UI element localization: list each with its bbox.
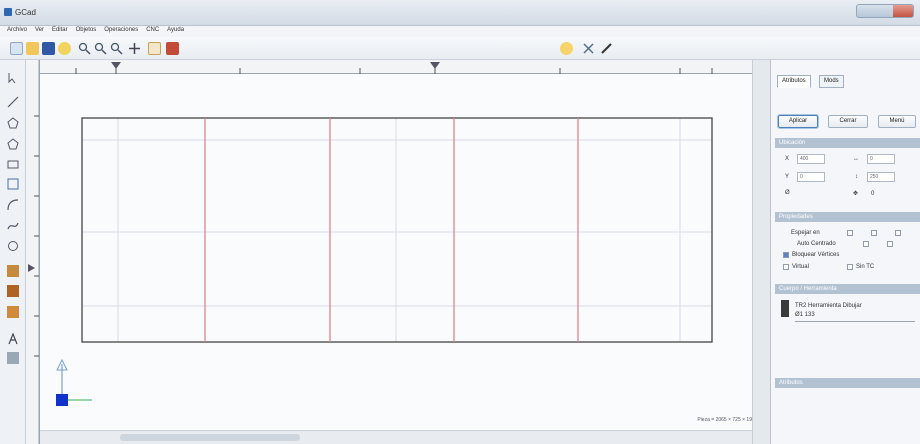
close-window-button[interactable] — [893, 5, 913, 17]
menu-archivo[interactable]: Archivo — [7, 27, 27, 33]
espejar-x-checkbox[interactable] — [847, 230, 853, 236]
scroll-thumb[interactable] — [120, 434, 300, 441]
horizontal-scrollbar[interactable] — [40, 430, 752, 444]
axis-gizmo — [56, 358, 92, 406]
properties-panel: Atributos Mods Aplicar Cerrar Menú Ubica… — [770, 60, 920, 444]
drawing-canvas[interactable]: Pieza = 2065 × 725 × 19 — [40, 74, 752, 430]
tool-name[interactable]: TR2 Herramienta Dibujar — [795, 303, 862, 309]
virtual-checkbox[interactable] — [783, 264, 789, 270]
window-controls[interactable] — [856, 4, 914, 18]
zoom-in-icon[interactable] — [78, 42, 91, 55]
espejar-xy-checkbox[interactable] — [895, 230, 901, 236]
height-icon: ↕ — [855, 174, 858, 180]
tab-mods[interactable]: Mods — [819, 75, 844, 88]
tool-bit-icon — [781, 300, 789, 317]
book-icon[interactable] — [166, 42, 179, 55]
rotate-icon: ✥ — [853, 191, 859, 197]
y-label: Y — [785, 174, 790, 180]
section-bottom: Atributos — [775, 378, 920, 388]
tool-detail: Ø1 133 — [795, 312, 815, 318]
virtual-label: Virtual — [792, 264, 809, 270]
menu-button[interactable]: Menú — [878, 115, 916, 128]
pan-icon[interactable] — [128, 42, 141, 55]
auto-y-checkbox[interactable] — [887, 241, 893, 247]
save-icon[interactable] — [42, 42, 55, 55]
auto-centrado-label: Auto Centrado — [797, 241, 836, 247]
menu-objetos[interactable]: Objetos — [76, 27, 97, 33]
sintc-checkbox[interactable] — [847, 264, 853, 270]
menu-bar: Archivo Ver Editar Objetos Operaciones C… — [0, 26, 920, 37]
panel-splitter[interactable] — [752, 60, 770, 444]
cerrar-button[interactable]: Cerrar — [828, 115, 868, 128]
rotation-value[interactable]: 0 — [871, 191, 874, 197]
espejar-label: Espejar en — [791, 230, 820, 236]
status-text: Pieza = 2065 × 725 × 19 — [697, 417, 752, 423]
arc-tool-icon[interactable] — [7, 199, 19, 211]
menu-ayuda[interactable]: Ayuda — [167, 27, 184, 33]
section-tool: Cuerpo / Herramienta — [775, 284, 920, 294]
open-folder-icon[interactable] — [26, 42, 39, 55]
texture-tool-icon[interactable] — [7, 265, 19, 277]
divider — [795, 321, 915, 322]
vertical-ruler — [26, 60, 40, 444]
espejar-y-checkbox[interactable] — [871, 230, 877, 236]
y-input[interactable]: 0 — [797, 172, 825, 182]
x-input[interactable]: 400 — [797, 154, 825, 164]
hand-tool-icon[interactable] — [148, 42, 161, 55]
wood-tool-icon[interactable] — [7, 306, 19, 318]
material-tool-icon[interactable] — [7, 285, 19, 297]
scissors-icon[interactable] — [582, 42, 595, 55]
star-icon[interactable] — [560, 42, 573, 55]
tool-palette — [0, 60, 26, 444]
refresh-icon[interactable] — [58, 42, 71, 55]
line-tool-icon[interactable] — [7, 96, 19, 108]
bloquear-label: Bloquear Vértices — [792, 252, 840, 258]
text-tool-icon[interactable] — [7, 332, 19, 345]
rectangle-tool-icon[interactable] — [7, 158, 19, 170]
layers-tool-icon[interactable] — [7, 352, 19, 364]
auto-x-checkbox[interactable] — [863, 241, 869, 247]
x-label: X — [785, 156, 790, 162]
title-bar: GCad — [0, 0, 920, 26]
polygon-tool-icon[interactable] — [7, 117, 19, 129]
zoom-fit-icon[interactable] — [110, 42, 123, 55]
height-input[interactable]: 250 — [867, 172, 895, 182]
select-arrow-icon[interactable] — [7, 72, 19, 84]
menu-ver[interactable]: Ver — [35, 27, 44, 33]
diameter-label: Ø — [785, 190, 790, 196]
width-icon: ↔ — [853, 156, 859, 162]
new-file-icon[interactable] — [10, 42, 23, 55]
section-propiedades: Propiedades — [775, 212, 920, 222]
section-ubicacion: Ubicación — [775, 138, 920, 148]
main-toolbar — [0, 37, 920, 60]
circle-tool-icon[interactable] — [7, 240, 19, 252]
width-input[interactable]: 0 — [867, 154, 895, 164]
pencil-icon[interactable] — [600, 42, 613, 55]
sintc-label: Sin TC — [856, 264, 875, 270]
curve-tool-icon[interactable] — [7, 220, 19, 232]
window-title: GCad — [15, 8, 36, 17]
tab-atributos[interactable]: Atributos — [777, 75, 811, 88]
pentagon-tool-icon[interactable] — [7, 138, 19, 150]
menu-editar[interactable]: Editar — [52, 27, 68, 33]
zoom-out-icon[interactable] — [94, 42, 107, 55]
app-icon — [4, 8, 12, 16]
menu-operaciones[interactable]: Operaciones — [104, 27, 138, 33]
horizontal-ruler — [40, 60, 752, 74]
aplicar-button[interactable]: Aplicar — [778, 115, 818, 128]
menu-cnc[interactable]: CNC — [146, 27, 159, 33]
bloquear-checkbox[interactable] — [783, 252, 789, 258]
transform-tool-icon[interactable] — [7, 178, 19, 190]
